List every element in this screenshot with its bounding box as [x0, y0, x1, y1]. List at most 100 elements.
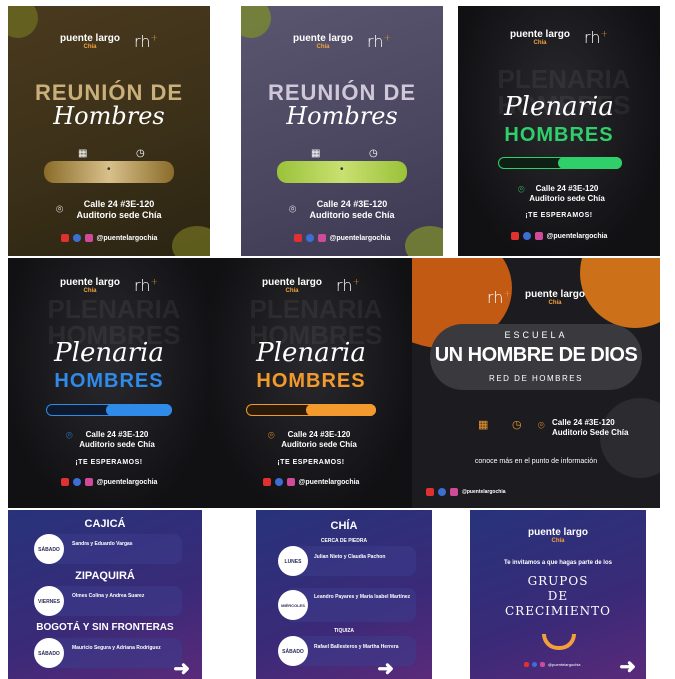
- puente-largo-logo: puente largo Chía: [60, 32, 121, 50]
- instagram-icon[interactable]: [84, 234, 93, 242]
- group-leaders: Olmes Colina y Andrea Suarez: [72, 593, 145, 599]
- group-leaders: Sandra y Eduardo Vargas: [72, 541, 133, 547]
- logos: puente largo Chía rh+: [210, 276, 412, 295]
- rh-logo: rh+: [134, 276, 158, 295]
- social-row: @puentelargochia: [524, 662, 581, 667]
- next-arrow-icon[interactable]: ➜: [173, 656, 190, 679]
- social-handle[interactable]: @puentelargochia: [548, 662, 581, 667]
- invite-text: Te invitamos a que hagas parte de los: [504, 560, 612, 566]
- subtitle: RED DE HOMBRES: [489, 374, 583, 383]
- title-script: Hombres: [53, 102, 165, 130]
- next-arrow-icon[interactable]: ➜: [377, 656, 394, 679]
- social-handle[interactable]: @puentelargochia: [299, 479, 360, 486]
- social-handle[interactable]: @puentelargochia: [547, 233, 608, 240]
- title-script: Plenaria: [256, 338, 366, 368]
- wait-text: ¡TE ESPERAMOS!: [75, 459, 143, 466]
- grupos-title: GRUPOS DE CRECIMIENTO: [504, 574, 612, 618]
- section-title-cajica: CAJICÁ: [84, 518, 126, 530]
- post-grupos-chia[interactable]: CHÍA CERCA DE PIEDRA LUNES Julian Nieto …: [256, 510, 432, 679]
- social-handle[interactable]: @puentelargochia: [330, 235, 391, 242]
- youtube-icon[interactable]: [262, 478, 271, 486]
- section-subtitle: CERCA DE PIEDRA: [320, 538, 368, 544]
- section-title-bogota: BOGOTÁ Y SIN FRONTERAS: [36, 622, 174, 633]
- next-arrow-icon[interactable]: ➜: [619, 654, 636, 679]
- social-handle[interactable]: @puentelargochia: [97, 235, 158, 242]
- section-subtitle: TIQUIZA: [334, 628, 354, 634]
- day-badge: SÁBADO: [34, 534, 64, 564]
- post-grupos-crecimiento[interactable]: puente largo Chía Te invitamos a que haga…: [470, 510, 646, 679]
- address: Calle 24 #3E-120 Auditorio Sede Chía: [552, 418, 629, 437]
- day-badge: SÁBADO: [278, 636, 308, 666]
- instagram-icon[interactable]: [450, 488, 458, 496]
- info-text: conoce más en el punto de información: [474, 458, 598, 465]
- post-reunion-hombres-lavender[interactable]: puente largo Chía rh+ REUNIÓN DE Hombres …: [241, 6, 443, 256]
- group-leaders: Leandro Payares y María Isabel Martínez: [314, 594, 411, 600]
- youtube-icon[interactable]: [60, 234, 69, 242]
- rh-logo: rh+: [487, 288, 511, 307]
- puente-largo-logo: puente largo Chía: [262, 276, 323, 294]
- instagram-icon[interactable]: [84, 478, 93, 486]
- group-leaders: Mauricio Segura y Adriana Rodriguez: [72, 645, 161, 651]
- puente-largo-logo: puente largo Chía: [60, 276, 121, 294]
- logos: puente largo Chía rh+: [8, 32, 210, 51]
- calendar-icon: ▦: [311, 148, 321, 159]
- rh-logo: rh+: [134, 32, 158, 51]
- title-script: Hombres: [286, 102, 398, 130]
- social-handle[interactable]: @puentelargochia: [462, 489, 506, 495]
- address: Calle 24 #3E-120 Auditorio sede Chía: [79, 430, 155, 449]
- facebook-icon[interactable]: [72, 234, 81, 242]
- address: Calle 24 #3E-120 Auditorio sede Chía: [309, 199, 395, 220]
- youtube-icon[interactable]: [60, 478, 69, 486]
- logos: rh+ puente largo Chía: [412, 288, 660, 307]
- instagram-icon[interactable]: [534, 232, 543, 240]
- puente-largo-logo: puente largo Chía: [524, 288, 585, 306]
- post-reunion-hombres-gold[interactable]: puente largo Chía rh+ REUNIÓN DE Hombres …: [8, 6, 210, 256]
- address: Calle 24 #3E-120 Auditorio sede Chía: [76, 199, 162, 220]
- facebook-icon[interactable]: [438, 488, 446, 496]
- address: Calle 24 #3E-120 Auditorio sede Chía: [529, 184, 605, 203]
- youtube-icon[interactable]: [510, 232, 519, 240]
- group-leaders: Rafael Ballesteros y Martha Herrera: [314, 644, 399, 650]
- clock-icon: ◷: [369, 148, 378, 159]
- title-block: HOMBRES: [504, 124, 614, 146]
- post-plenaria-orange[interactable]: PLENARIA HOMBRES puente largo Chía rh+ Pl…: [210, 258, 412, 508]
- address: Calle 24 #3E-120 Auditorio sede Chía: [281, 430, 357, 449]
- social-row: @puentelargochia: [241, 234, 443, 242]
- post-escuela-hombre-de-dios[interactable]: rh+ puente largo Chía ESCUELA UN HOMBRE D…: [412, 258, 660, 508]
- section-title-chia: CHÍA: [330, 520, 358, 532]
- calendar-icon: ▦: [78, 148, 88, 159]
- youtube-icon[interactable]: [524, 662, 529, 667]
- escuela-label: ESCUELA: [504, 330, 568, 340]
- day-badge: VIERNES: [34, 586, 64, 616]
- logos: puente largo Chía rh+: [241, 32, 443, 51]
- post-plenaria-blue[interactable]: PLENARIA HOMBRES puente largo Chía rh+ Pl…: [8, 258, 210, 508]
- facebook-icon[interactable]: [522, 232, 531, 240]
- facebook-icon[interactable]: [532, 662, 537, 667]
- instagram-icon[interactable]: [540, 662, 545, 667]
- social-row: @puentelargochia: [8, 234, 210, 242]
- logos: puente largo Chía rh+: [8, 276, 210, 295]
- instagram-icon[interactable]: [286, 478, 295, 486]
- title-block: HOMBRES: [54, 370, 164, 392]
- clock-icon: ◷: [512, 419, 522, 431]
- facebook-icon[interactable]: [274, 478, 283, 486]
- post-plenaria-green[interactable]: PLENARIA HOMBRES puente largo Chía rh+ Pl…: [458, 6, 660, 256]
- calendar-icon: ▦: [478, 419, 489, 431]
- day-badge: MIÉRCOLES: [278, 590, 308, 620]
- rh-logo: rh+: [336, 276, 360, 295]
- post-grupos-municipios[interactable]: CAJICÁ SÁBADO Sandra y Eduardo Vargas ZI…: [8, 510, 202, 679]
- facebook-icon[interactable]: [305, 234, 314, 242]
- facebook-icon[interactable]: [72, 478, 81, 486]
- bar-dot: •: [107, 164, 111, 175]
- day-badge: LUNES: [278, 546, 308, 576]
- clock-icon: ◷: [136, 148, 145, 159]
- instagram-icon[interactable]: [317, 234, 326, 242]
- youtube-icon[interactable]: [426, 488, 434, 496]
- social-row: @puentelargochia: [210, 478, 412, 486]
- social-handle[interactable]: @puentelargochia: [97, 479, 158, 486]
- social-row: @puentelargochia: [458, 232, 660, 240]
- title-script: Plenaria: [504, 92, 614, 122]
- title-script: Plenaria: [54, 338, 164, 368]
- youtube-icon[interactable]: [293, 234, 302, 242]
- dark-shape: [600, 398, 660, 478]
